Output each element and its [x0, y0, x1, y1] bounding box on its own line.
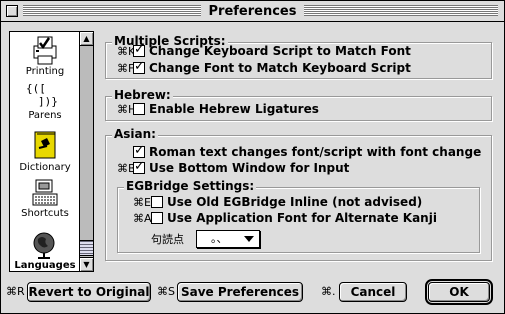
checkbox-box[interactable] — [151, 212, 163, 224]
ok-button[interactable]: OK — [425, 279, 493, 305]
group-title: Hebrew: — [112, 88, 173, 103]
parens-icon: {([ ])} — [10, 82, 80, 110]
cancel-button[interactable]: Cancel — [339, 282, 407, 302]
punctuation-label: 句読点 — [151, 233, 184, 246]
checkbox-label: Use Old EGBridge Inline (not advised) — [167, 195, 423, 209]
change-keyboard-script-checkbox[interactable]: Change Keyboard Script to Match Font — [133, 42, 411, 59]
sidebar-item-printing[interactable]: Printing — [10, 34, 80, 78]
sidebar-item-parens[interactable]: {([ ])} Parens — [10, 82, 80, 122]
revert-to-original-button[interactable]: Revert to Original — [27, 282, 151, 302]
checkbox-box[interactable] — [151, 196, 163, 208]
checkbox-box[interactable] — [133, 103, 145, 115]
use-bottom-window-checkbox[interactable]: Use Bottom Window for Input — [133, 159, 350, 176]
sidebar-item-label: Printing — [25, 66, 65, 77]
title-bar[interactable]: Preferences — [1, 1, 504, 22]
checkbox-label: Change Keyboard Script to Match Font — [149, 44, 411, 58]
sidebar-item-label: Dictionary — [19, 162, 71, 173]
save-preferences-button[interactable]: Save Preferences — [177, 282, 303, 302]
parens-glyphs-bottom: ])} — [38, 95, 58, 108]
globe-icon — [33, 232, 55, 259]
checkbox-label: Roman text changes font/script with font… — [149, 145, 482, 159]
shortcut-label: ⌘. — [321, 285, 336, 298]
shortcut-label: ⌘A — [133, 212, 152, 225]
parens-glyphs-top: {([ — [26, 82, 46, 95]
sidebar-item-languages[interactable]: Languages — [10, 230, 80, 271]
window-title: Preferences — [200, 3, 305, 20]
use-old-egbridge-inline-checkbox[interactable]: Use Old EGBridge Inline (not advised) — [151, 195, 422, 210]
checkbox-label: Change Font to Match Keyboard Script — [149, 61, 411, 75]
close-box-icon[interactable] — [6, 5, 18, 17]
shortcut-label: ⌘R — [6, 285, 25, 298]
scroll-down-arrow-icon[interactable]: ▼ — [80, 257, 93, 271]
category-list-items: Printing {([ ])} Parens Dictionary Short… — [10, 32, 80, 271]
keyboard-shortcuts-icon — [32, 179, 58, 206]
sidebar-item-dictionary[interactable]: Dictionary — [10, 128, 80, 174]
enable-hebrew-ligatures-checkbox[interactable]: Enable Hebrew Ligatures — [133, 102, 319, 117]
sidebar-item-shortcuts[interactable]: Shortcuts — [10, 178, 80, 220]
scroll-up-arrow-icon[interactable]: ▲ — [80, 32, 93, 46]
shortcut-label: ⌘S — [157, 285, 175, 298]
sidebar-item-label: Shortcuts — [21, 208, 69, 219]
sidebar-scrollbar[interactable]: ▲ ▼ — [79, 32, 93, 271]
group-title: EGBridge Settings: — [124, 179, 257, 194]
preferences-category-list: Printing {([ ])} Parens Dictionary Short… — [9, 31, 94, 272]
popup-arrow-icon — [244, 236, 254, 242]
checkbox-box[interactable] — [133, 59, 145, 75]
shortcut-label: ⌘E — [133, 196, 151, 209]
checkbox-box[interactable] — [133, 42, 145, 58]
use-application-font-checkbox[interactable]: Use Application Font for Alternate Kanji — [151, 211, 437, 226]
checkbox-box[interactable] — [133, 159, 145, 175]
sidebar-item-label: Parens — [28, 110, 62, 121]
checkbox-box[interactable] — [133, 143, 145, 159]
change-font-checkbox[interactable]: Change Font to Match Keyboard Script — [133, 59, 411, 76]
shortcut-label: ⌘F — [117, 62, 135, 75]
group-title: Asian: — [112, 127, 158, 142]
dictionary-book-icon — [34, 131, 56, 159]
preferences-window: Preferences Printing {([ ])} Parens Dict… — [0, 0, 505, 314]
checkbox-label: Use Bottom Window for Input — [149, 161, 350, 175]
checkbox-label: Enable Hebrew Ligatures — [149, 102, 319, 116]
punctuation-popup-menu[interactable]: 。、 — [196, 230, 260, 248]
roman-text-changes-font-checkbox[interactable]: Roman text changes font/script with font… — [133, 143, 482, 160]
scroll-thumb[interactable] — [80, 240, 93, 256]
sidebar-item-label: Languages — [14, 260, 76, 271]
printer-check-icon — [33, 36, 57, 65]
popup-selected-value: 。、 — [211, 232, 228, 245]
checkbox-label: Use Application Font for Alternate Kanji — [167, 211, 437, 225]
